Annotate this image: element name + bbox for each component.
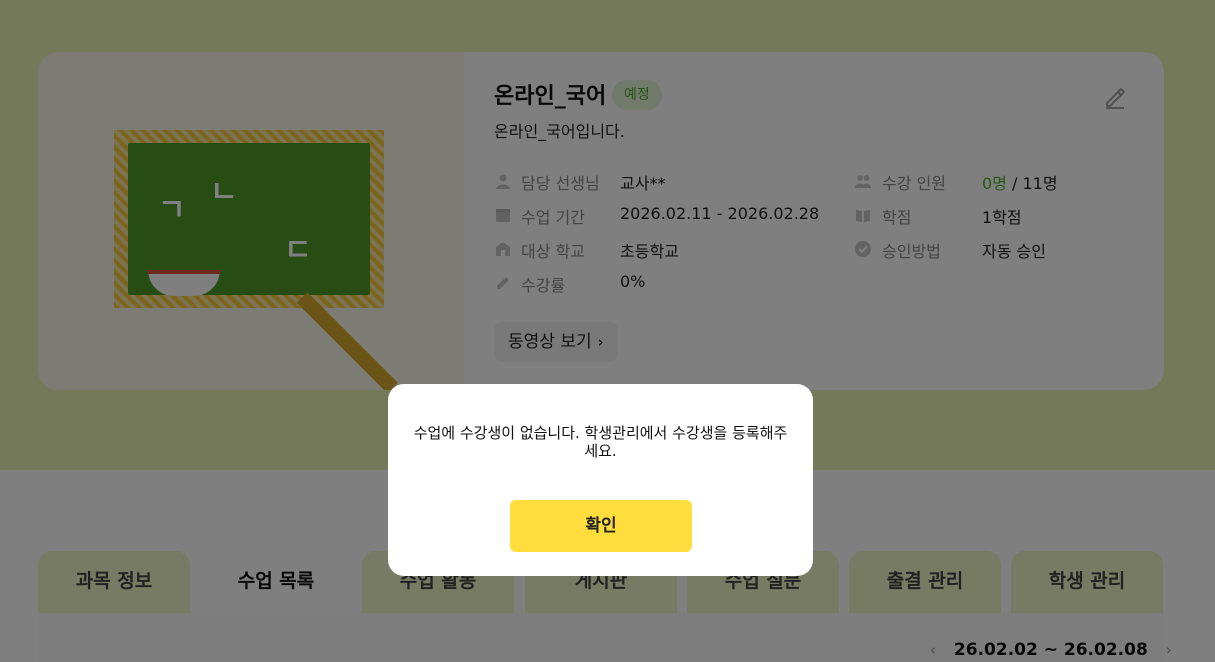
alert-dialog: 수업에 수강생이 없습니다. 학생관리에서 수강생을 등록해주세요. 확인 bbox=[388, 384, 813, 576]
confirm-button[interactable]: 확인 bbox=[510, 500, 692, 552]
alert-message: 수업에 수강생이 없습니다. 학생관리에서 수강생을 등록해주세요. bbox=[413, 424, 788, 460]
